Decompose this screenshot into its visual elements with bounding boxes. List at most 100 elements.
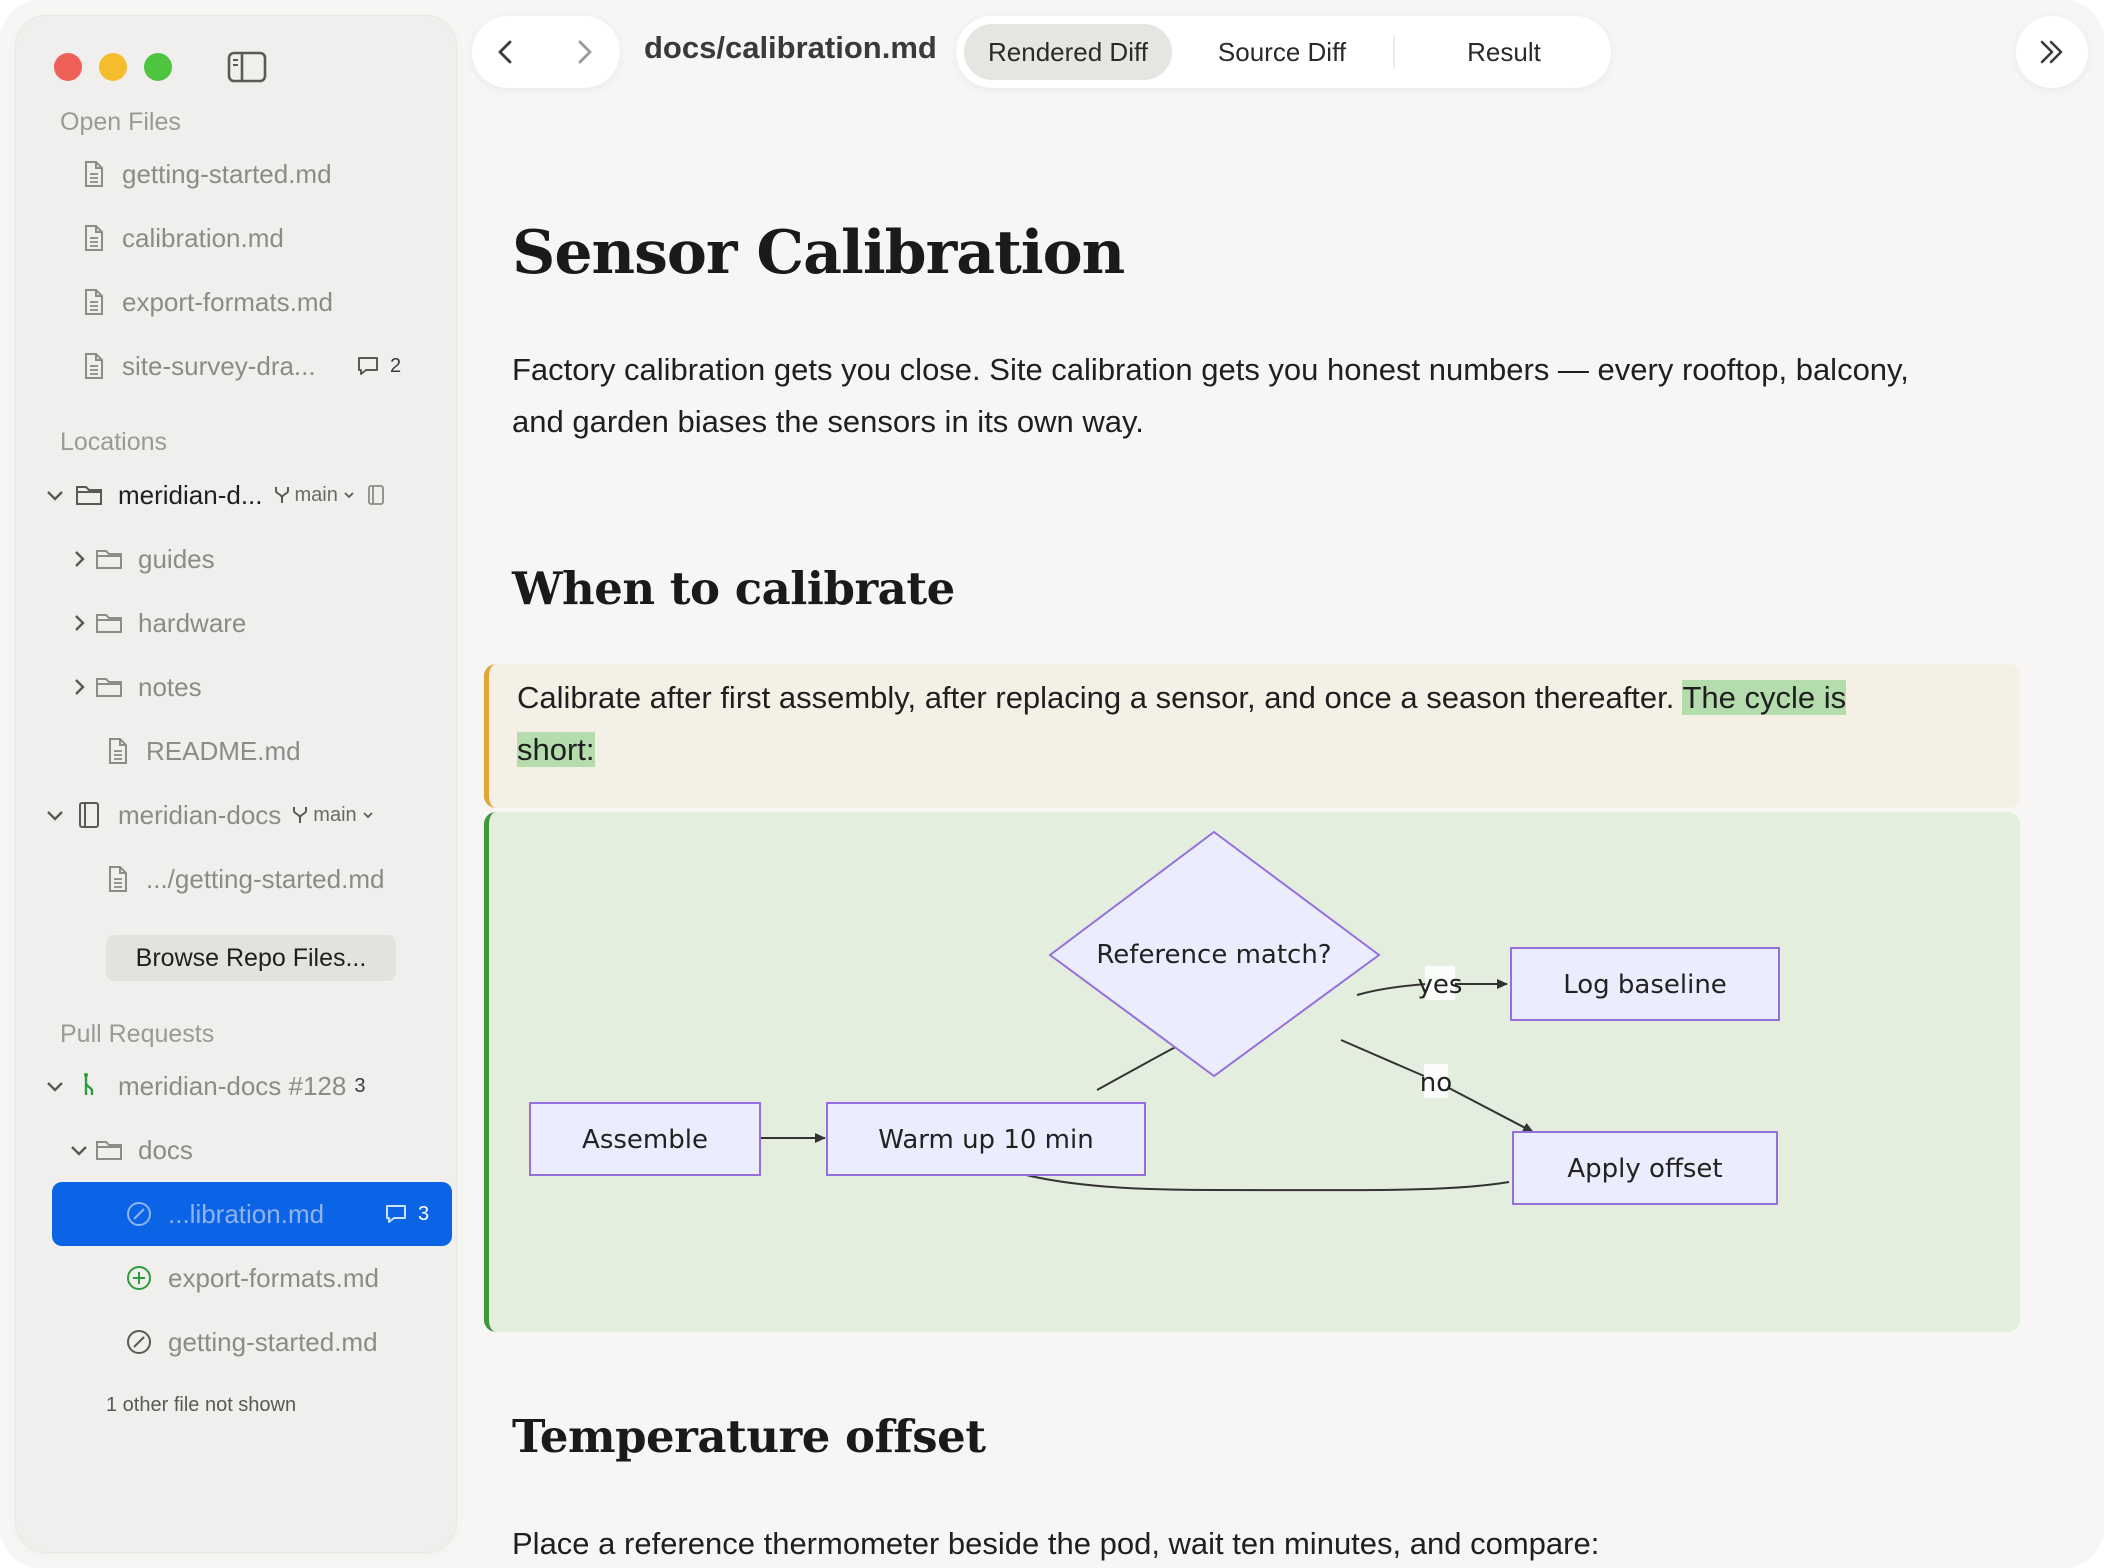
chevron-down-icon[interactable] [44,804,66,826]
double-chevron-right-icon [2040,40,2063,64]
folder-label: docs [138,1134,193,1165]
branch-label: main [313,803,357,826]
node-reference-label: Reference match? [1096,940,1331,970]
browse-repo-files-button[interactable]: Browse Repo Files... [106,935,396,981]
branch-label: main [294,483,338,506]
added-block: Assemble Warm up 10 min Reference match?… [484,812,2020,1332]
pull-request-item[interactable]: meridian-docs #128 3 [16,1061,456,1111]
section-heading: When to calibrate [512,562,955,615]
folder-label: guides [138,543,215,574]
section-heading: Temperature offset [512,1410,986,1463]
tab-source-diff[interactable]: Source Diff [1182,24,1382,80]
pr-file-item[interactable]: export-formats.md [16,1253,456,1303]
repo-label: meridian-docs [118,799,282,830]
sidebar-toggle-icon[interactable] [227,51,267,83]
folder-item[interactable]: docs [16,1125,456,1175]
flowchart-diagram: Assemble Warm up 10 min Reference match?… [529,830,1780,1205]
open-files-heading: Open Files [60,108,181,136]
branch-selector[interactable]: main [291,804,374,827]
document-icon [85,225,103,251]
tab-divider [1393,36,1395,68]
chevron-down-icon[interactable] [68,1139,90,1161]
chevron-down-icon [363,812,373,819]
node-apply-offset-label: Apply offset [1567,1154,1722,1184]
folder-icon [96,678,122,697]
folder-item[interactable]: hardware [16,598,456,648]
minimize-window-button[interactable] [99,53,127,81]
branch-selector[interactable]: main [273,484,356,507]
close-window-button[interactable] [54,53,82,81]
app-window: Open Files getting-started.md calibratio… [0,0,2104,1568]
chevron-down-icon[interactable] [44,484,66,506]
intro-line: Factory calibration gets you close. Site… [512,352,1909,387]
expand-panel-button[interactable] [2016,16,2088,88]
book-icon [367,485,384,505]
folder-item[interactable]: notes [16,662,456,712]
chevron-right-icon[interactable] [68,676,90,698]
edge-label-yes: yes [1418,970,1463,1000]
section-paragraph: Place a reference thermometer beside the… [512,1526,1600,1561]
edge-no-apply [1446,1086,1534,1133]
navigation-buttons [472,16,620,88]
node-assemble-label: Assemble [582,1125,708,1155]
book-icon [79,802,99,828]
forward-arrow-icon[interactable] [568,36,600,68]
pull-request-icon [84,1073,94,1095]
changed-paragraph: Calibrate after first assembly, after re… [517,672,1987,776]
added-text-highlight: short: [517,732,595,767]
branch-icon [274,487,289,503]
folder-icon [96,1141,122,1160]
document-icon [85,161,103,187]
added-text-highlight: The cycle is [1682,680,1847,715]
comment-icon [358,357,378,375]
file-label: README.md [146,735,301,766]
open-file-item[interactable]: getting-started.md [16,149,456,199]
locations-heading: Locations [60,428,168,456]
folder-icon [96,550,122,569]
tab-result[interactable]: Result [1404,24,1604,80]
node-log-baseline-label: Log baseline [1563,970,1727,1000]
pull-requests-heading: Pull Requests [60,1020,215,1048]
file-item[interactable]: .../getting-started.md [16,854,456,904]
unchanged-text: Calibrate after first assembly, after re… [517,680,1675,715]
open-file-item[interactable]: site-survey-dra... 2 [16,341,456,391]
document-title: Sensor Calibration [512,218,1125,288]
folder-item[interactable]: guides [16,534,456,584]
edge-reference-yes [1356,983,1428,996]
comment-count: 3 [418,1202,430,1225]
folder-label: hardware [138,607,247,638]
view-mode-tabs: Rendered Diff Source Diff Result [956,16,1611,88]
repo-item[interactable]: meridian-docs main [16,790,456,840]
document-icon [85,289,103,315]
pr-file-item[interactable]: getting-started.md [16,1317,456,1367]
document-icon [109,866,127,892]
chevron-down-icon[interactable] [44,1075,66,1097]
folder-icon [96,614,122,633]
open-file-label: calibration.md [122,222,284,253]
chevron-right-icon[interactable] [68,612,90,634]
open-file-label: site-survey-dra... [122,350,316,381]
added-file-icon [127,1266,151,1290]
open-file-label: export-formats.md [122,286,333,317]
back-arrow-icon[interactable] [490,36,522,68]
open-file-item[interactable]: calibration.md [16,213,456,263]
folder-icon [76,486,102,505]
document-path-title: docs/calibration.md [644,30,937,65]
chevron-right-icon[interactable] [68,548,90,570]
tab-rendered-diff[interactable]: Rendered Diff [964,24,1172,80]
edge-label-no: no [1420,1068,1452,1098]
open-file-item[interactable]: export-formats.md [16,277,456,327]
chevron-down-icon [344,492,354,499]
pr-file-item[interactable]: ...libration.md 3 [16,1189,456,1239]
pull-request-count: 3 [354,1074,366,1097]
comment-count-badge: 3 [384,1203,429,1226]
folder-label: notes [138,671,202,702]
document-icon [109,738,127,764]
open-file-label: getting-started.md [122,158,332,189]
zoom-window-button[interactable] [144,53,172,81]
repo-item[interactable]: meridian-d... main [16,470,456,520]
file-item[interactable]: README.md [16,726,456,776]
pull-request-label: meridian-docs #128 [118,1070,347,1101]
document-icon [85,353,103,379]
intro-line: and garden biases the sensors in its own… [512,404,1144,439]
